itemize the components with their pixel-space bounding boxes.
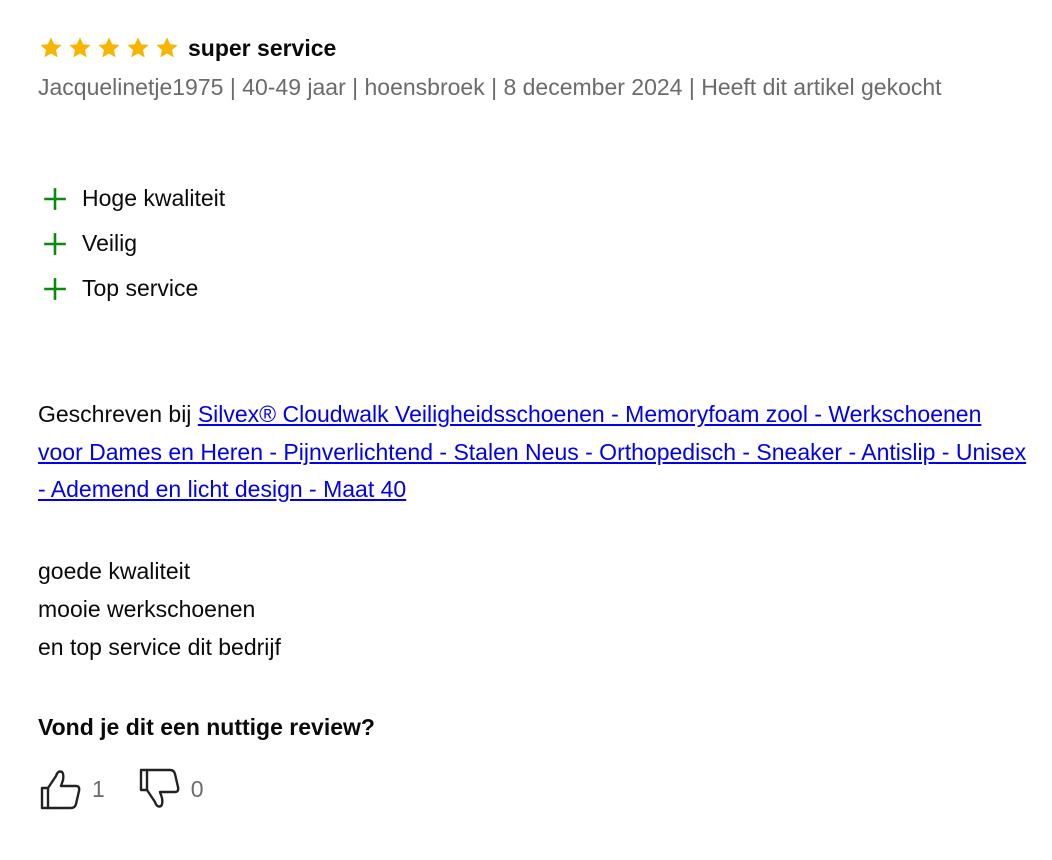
plus-icon [44,277,66,300]
star-icon [156,37,178,58]
pro-label: Top service [82,275,199,301]
helpful-button[interactable]: 1 [38,766,105,814]
star-icon [69,37,91,58]
helpful-count: 1 [92,776,105,802]
review-title: super service [188,34,337,61]
review-body: goede kwaliteit mooie werkschoenen en to… [38,552,1028,666]
pro-label: Veilig [82,230,137,256]
review-body-line: goede kwaliteit [38,557,191,584]
pro-item: Hoge kwaliteit [38,176,1028,221]
written-prefix: Geschreven bij [38,401,198,427]
helpful-question: Vond je dit een nuttige review? [38,713,375,740]
plus-icon [44,232,66,255]
pro-label: Hoge kwaliteit [82,185,226,211]
star-icon [127,37,149,58]
plus-icon [44,187,66,210]
pro-item: Veilig [38,221,1028,266]
review-card: super service Jacquelinetje1975 | 40-49 … [38,30,1028,815]
review-meta: Jacquelinetje1975 | 40-49 jaar | hoensbr… [38,74,942,100]
star-rating [38,35,180,61]
vote-row: 1 0 [38,765,1028,815]
not-helpful-count: 0 [190,776,204,802]
pros-list: Hoge kwaliteit Veilig Top service [38,176,1028,311]
not-helpful-button[interactable]: 0 [137,766,204,814]
thumbs-up-icon[interactable] [38,766,86,814]
pro-item: Top service [38,266,1028,311]
star-icon [40,37,62,58]
thumbs-down-icon[interactable] [137,766,185,814]
review-body-line: en top service dit bedrijf [38,633,281,660]
review-header: super service [38,30,1028,66]
written-for: Geschreven bij Silvex® Cloudwalk Veiligh… [38,396,1028,509]
star-icon [98,37,120,58]
review-body-line: mooie werkschoenen [38,595,256,622]
